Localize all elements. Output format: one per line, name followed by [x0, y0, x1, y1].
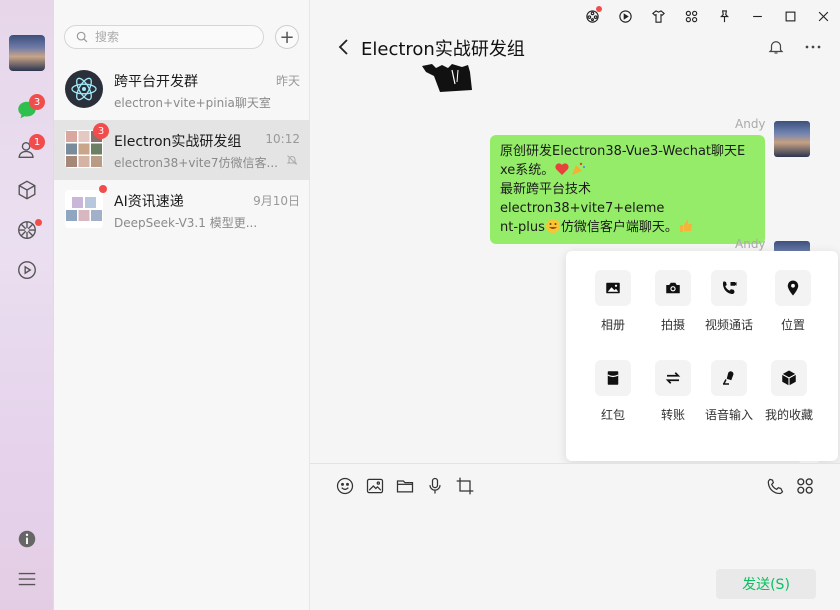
conversation-preview: electron+vite+pinia聊天室 — [114, 96, 271, 110]
sticker-image — [422, 64, 472, 92]
conversation-preview: electron38+vite7仿微信客... — [114, 156, 278, 170]
chat-title: Electron实战研发组 — [361, 39, 525, 60]
conversation-name: AI资讯速递 — [114, 194, 184, 210]
window-toolbar — [576, 5, 840, 27]
group-avatar — [65, 190, 103, 228]
plus-icon: + — [279, 26, 295, 48]
tile-label: 我的收藏 — [764, 408, 813, 422]
grin-emoji-icon — [545, 219, 560, 233]
message-text: xe系统。 — [500, 163, 555, 178]
unread-dot — [99, 185, 107, 193]
grid-apps-icon[interactable] — [675, 5, 708, 27]
skin-wheel-icon[interactable] — [576, 5, 609, 27]
cube-icon[interactable] — [15, 178, 39, 202]
more-tools-icon[interactable] — [795, 476, 815, 496]
mute-icon — [286, 155, 298, 165]
unread-badge: 3 — [93, 123, 109, 139]
conversation-name: 跨平台开发群 — [114, 74, 198, 90]
sender-name: Andy — [735, 117, 766, 131]
conversation-time: 昨天 — [275, 74, 300, 88]
conversation-item[interactable]: 跨平台开发群 昨天 electron+vite+pinia聊天室 — [54, 60, 310, 120]
favorites-icon — [781, 370, 797, 386]
image-upload-icon[interactable] — [365, 476, 385, 496]
shirt-icon[interactable] — [642, 5, 675, 27]
maximize-icon[interactable] — [774, 5, 807, 27]
search-input[interactable] — [95, 30, 245, 44]
message-text: 仿微信客户端聊天。 — [560, 220, 678, 235]
add-button[interactable]: + — [275, 25, 299, 49]
emoji-icon[interactable] — [335, 476, 355, 496]
party-emoji-icon — [572, 162, 586, 175]
more-options-icon[interactable] — [804, 38, 822, 56]
conversation-time: 10:12 — [265, 132, 300, 146]
thumbs-up-emoji-icon — [679, 220, 692, 232]
tile-video-call[interactable]: 视频通话 — [698, 270, 758, 340]
chat-header: Electron实战研发组 — [310, 30, 840, 66]
back-arrow-icon[interactable] — [336, 37, 352, 57]
conversation-item[interactable]: AI资讯速递 9月10日 DeepSeek-V3.1 模型更... — [54, 180, 310, 240]
image-icon — [606, 282, 620, 294]
camera-icon — [666, 282, 680, 294]
sender-avatar[interactable] — [774, 121, 810, 157]
play-icon[interactable] — [609, 5, 642, 27]
heart-emoji-icon — [555, 163, 569, 175]
menu-icon[interactable] — [15, 567, 39, 591]
phone-icon[interactable] — [765, 476, 785, 496]
location-icon — [787, 280, 799, 296]
input-area[interactable]: 发送(S) — [310, 464, 840, 610]
contacts-unread-badge: 1 — [29, 134, 45, 150]
more-tools-panel: 相册 拍摄 视频通话 位置 红包 转账 语音输入 我的收藏 — [566, 251, 838, 461]
conversation-item-active[interactable]: 3 Electron实战研发组 10:12 electron38+vite7仿微… — [54, 120, 310, 180]
red-packet-icon — [607, 371, 619, 385]
voice-input-icon — [723, 371, 734, 385]
info-icon[interactable] — [15, 527, 39, 551]
electron-logo-icon — [71, 77, 97, 101]
send-button[interactable]: 发送(S) — [716, 569, 816, 599]
microphone-icon[interactable] — [425, 476, 445, 496]
message-bubble[interactable]: 原创研发Electron38-Vue3-Wechat聊天E xe系统。 最新跨平… — [490, 135, 765, 244]
crop-screenshot-icon[interactable] — [455, 476, 475, 496]
video-call-icon — [722, 281, 737, 294]
conversation-name: Electron实战研发组 — [114, 134, 242, 150]
tile-label: 位置 — [780, 318, 805, 332]
group-avatar — [65, 70, 103, 108]
message-text: 原创研发Electron38-Vue3-Wechat聊天E — [500, 144, 746, 159]
user-avatar[interactable] — [9, 35, 45, 71]
tile-location[interactable]: 位置 — [762, 270, 822, 340]
bell-icon[interactable] — [767, 38, 785, 56]
conversation-preview: DeepSeek-V3.1 模型更... — [114, 216, 258, 230]
folder-icon[interactable] — [395, 476, 415, 496]
message-text: nt-plus — [500, 220, 545, 235]
moments-dot — [35, 219, 42, 226]
minimize-icon[interactable] — [741, 5, 774, 27]
transfer-icon — [665, 372, 681, 384]
chat-unread-badge: 3 — [29, 94, 45, 110]
video-channel-icon[interactable] — [15, 258, 39, 282]
conversation-list: + 跨平台开发群 昨天 electron+vite+pinia聊天室 3 Ele… — [54, 0, 310, 610]
pin-icon[interactable] — [708, 5, 741, 27]
nav-rail: 3 1 — [0, 0, 54, 610]
notice-dot — [596, 6, 602, 12]
search-icon — [76, 31, 88, 43]
message-text: 最新跨平台技术electron38+vite7+eleme — [500, 182, 665, 216]
close-icon[interactable] — [807, 5, 840, 27]
conversation-time: 9月10日 — [253, 194, 300, 208]
sender-name: Andy — [735, 237, 766, 251]
tile-favorites[interactable]: 我的收藏 — [758, 360, 818, 430]
search-box[interactable] — [64, 25, 264, 49]
